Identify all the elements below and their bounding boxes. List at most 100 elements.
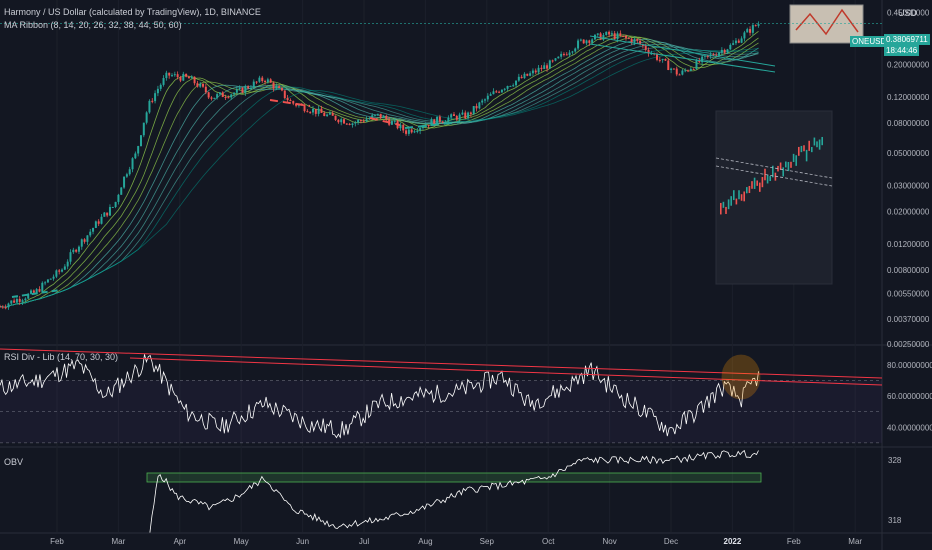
rsi-tick-label: 80.00000000: [887, 361, 932, 370]
candle-body: [664, 58, 667, 61]
candle-body: [554, 58, 557, 61]
candle-body: [503, 88, 506, 90]
candle-body: [278, 86, 281, 88]
candle-body: [455, 115, 458, 120]
candle-body: [481, 100, 484, 103]
candle-body: [261, 77, 264, 82]
candle-body: [230, 94, 233, 98]
inset-candle: [821, 136, 823, 146]
inset-candle: [722, 201, 725, 208]
candle-body: [588, 40, 591, 43]
candle-body: [72, 249, 75, 253]
candle-body: [382, 116, 385, 118]
inset-candle: [733, 190, 735, 201]
ma-ribbon-legend[interactable]: MA Ribbon (8, 14, 20, 26, 32, 38, 44, 50…: [4, 20, 182, 30]
candle-body: [534, 70, 537, 73]
rsi-highlight-circle: [721, 354, 761, 400]
candle-body: [61, 269, 64, 272]
price-tick-label: 0.20000000: [887, 60, 930, 69]
candle-body: [568, 52, 571, 56]
candle-body: [385, 116, 388, 120]
candle-body: [32, 290, 35, 293]
candle-body: [111, 206, 114, 208]
time-tick-label: Dec: [664, 537, 678, 546]
inset-candle: [725, 206, 727, 214]
candle-body: [630, 38, 633, 43]
candle-body: [66, 261, 69, 267]
inset-candle: [790, 161, 792, 168]
candle-body: [337, 119, 340, 123]
inset-candle: [743, 191, 745, 202]
candle-body: [605, 31, 608, 36]
chart-stage[interactable]: 0.450000000.200000000.120000000.08000000…: [0, 0, 932, 550]
candle-body: [689, 68, 692, 71]
inset-candle: [735, 198, 738, 205]
candle-body: [670, 68, 673, 71]
candle-body: [190, 76, 193, 79]
obv-legend[interactable]: OBV: [4, 457, 23, 467]
candle-body: [574, 48, 577, 52]
candle-body: [577, 40, 580, 49]
obv-range-box: [146, 472, 762, 483]
candle-body: [185, 73, 188, 77]
candle-body: [427, 124, 430, 126]
candle-body: [393, 120, 396, 122]
candle-body: [489, 94, 492, 96]
candle-body: [402, 124, 405, 131]
candle-body: [656, 54, 659, 60]
candle-body: [405, 130, 408, 134]
time-tick-label: Jun: [296, 537, 309, 546]
candle-body: [658, 59, 661, 61]
candle-body: [317, 108, 320, 114]
candle-body: [416, 130, 419, 132]
candle-body: [619, 33, 622, 36]
candle-body: [495, 91, 498, 93]
candle-body: [687, 70, 690, 72]
chart-title: Harmony / US Dollar (calculated by Tradi…: [4, 7, 261, 17]
candle-body: [224, 97, 227, 99]
candle-body: [529, 73, 532, 76]
candle-body: [486, 95, 489, 100]
candle-body: [182, 73, 185, 81]
countdown-tag: 18:44:46: [884, 45, 920, 56]
candle-body: [247, 86, 250, 89]
rsi-legend[interactable]: RSI Div - Lib (14, 70, 30, 30): [4, 352, 118, 362]
inset-candle: [816, 141, 818, 148]
inset-candle: [808, 140, 810, 151]
time-tick-label: 2022: [724, 537, 742, 546]
candle-body: [551, 60, 554, 62]
candle-body: [498, 91, 501, 93]
candle-body: [148, 100, 151, 113]
inset-candle: [782, 167, 784, 177]
candle-body: [83, 239, 86, 242]
inset-candle: [746, 187, 748, 194]
candle-body: [218, 92, 221, 95]
candle-body: [269, 79, 272, 83]
candle-body: [591, 39, 594, 43]
candle-body: [749, 29, 752, 33]
inset-candle: [766, 174, 769, 184]
candle-body: [359, 120, 362, 122]
candle-body: [165, 72, 168, 79]
candle-body: [622, 35, 625, 37]
candle-body: [608, 31, 611, 35]
candle-body: [162, 78, 165, 85]
price-tick-label: 0.00550000: [887, 290, 930, 299]
candle-body: [357, 120, 360, 123]
candle-body: [450, 114, 453, 118]
time-tick-label: Feb: [787, 537, 801, 546]
candle-body: [681, 70, 684, 75]
candle-body: [193, 76, 196, 84]
candle-body: [413, 131, 416, 133]
candle-body: [49, 278, 52, 280]
candle-body: [137, 146, 140, 154]
inset-candle: [720, 202, 722, 215]
candle-body: [613, 33, 616, 40]
obv-tick-label: 318: [888, 516, 902, 525]
candle-body: [131, 158, 134, 170]
candle-body: [142, 122, 145, 136]
candle-body: [692, 68, 695, 70]
candle-body: [255, 81, 258, 83]
candle-body: [537, 67, 540, 73]
candle-body: [712, 54, 715, 56]
